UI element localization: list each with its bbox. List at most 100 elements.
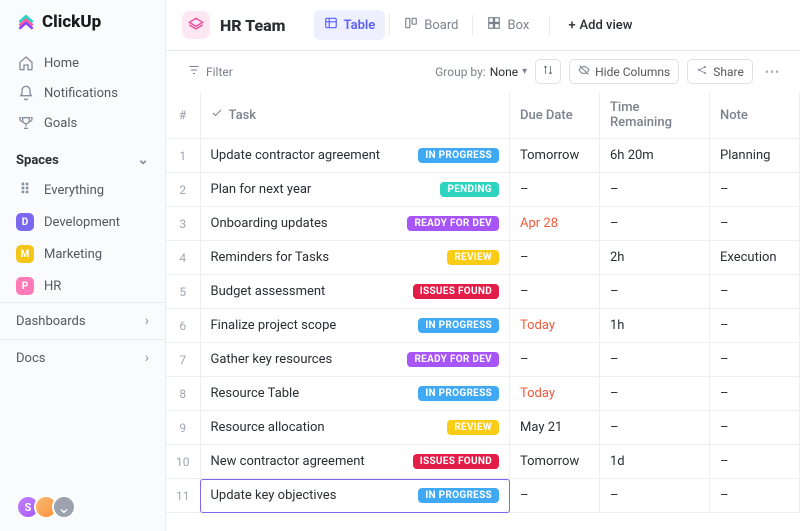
view-tab-table[interactable]: Table: [314, 10, 386, 40]
status-badge[interactable]: ISSUES FOUND: [413, 454, 499, 469]
view-tab-board[interactable]: Board: [394, 10, 468, 40]
time-cell[interactable]: –: [600, 343, 710, 377]
table-row[interactable]: 1Update contractor agreementIN PROGRESST…: [166, 139, 800, 173]
note-cell[interactable]: –: [710, 309, 800, 343]
spaces-header[interactable]: Spaces ⌄: [0, 142, 165, 174]
hide-columns-button[interactable]: Hide Columns: [569, 59, 679, 84]
table-row[interactable]: 11Update key objectivesIN PROGRESS–––: [166, 479, 800, 513]
row-number: 5: [166, 275, 200, 309]
sidebar-item-everything[interactable]: ⠿ Everything: [0, 174, 165, 206]
task-cell[interactable]: Resource TableIN PROGRESS: [200, 377, 510, 411]
nav-item-home[interactable]: Home: [8, 48, 157, 78]
sidebar-item-development[interactable]: DDevelopment: [0, 206, 165, 238]
due-cell[interactable]: May 21: [510, 411, 600, 445]
task-cell[interactable]: Update key objectivesIN PROGRESS: [200, 479, 510, 513]
table-row[interactable]: 6Finalize project scopeIN PROGRESSToday1…: [166, 309, 800, 343]
note-cell[interactable]: –: [710, 479, 800, 513]
time-cell[interactable]: 1h: [600, 309, 710, 343]
task-cell[interactable]: Gather key resourcesREADY FOR DEV: [200, 343, 510, 377]
table-row[interactable]: 3Onboarding updatesREADY FOR DEVApr 28––: [166, 207, 800, 241]
table-row[interactable]: 8Resource TableIN PROGRESSToday––: [166, 377, 800, 411]
due-cell[interactable]: –: [510, 343, 600, 377]
status-badge[interactable]: IN PROGRESS: [418, 318, 499, 333]
avatar-add[interactable]: ⌄: [52, 495, 76, 519]
avatar-stack[interactable]: S ⌄: [0, 483, 165, 531]
note-cell[interactable]: Planning: [710, 139, 800, 173]
share-button[interactable]: Share: [687, 59, 753, 84]
time-cell[interactable]: 1d: [600, 445, 710, 479]
status-badge[interactable]: IN PROGRESS: [418, 488, 499, 503]
time-cell[interactable]: –: [600, 377, 710, 411]
due-cell[interactable]: –: [510, 241, 600, 275]
due-cell[interactable]: Today: [510, 377, 600, 411]
status-badge[interactable]: REVIEW: [447, 420, 499, 435]
divider: [472, 15, 473, 35]
group-by-button[interactable]: Group by: None ▾: [435, 65, 527, 79]
add-view-button[interactable]: + Add view: [560, 12, 640, 39]
sort-button[interactable]: [535, 59, 561, 84]
task-cell[interactable]: Update contractor agreementIN PROGRESS: [200, 139, 510, 173]
col-task[interactable]: Task: [200, 92, 510, 139]
sidebar-item-hr[interactable]: PHR: [0, 270, 165, 302]
table-row[interactable]: 9Resource allocationREVIEWMay 21––: [166, 411, 800, 445]
task-cell[interactable]: Reminders for TasksREVIEW: [200, 241, 510, 275]
time-cell[interactable]: 6h 20m: [600, 139, 710, 173]
logo[interactable]: ClickUp: [0, 0, 165, 44]
status-badge[interactable]: IN PROGRESS: [418, 148, 499, 163]
table-row[interactable]: 2Plan for next yearPENDING–––: [166, 173, 800, 207]
col-due[interactable]: Due Date: [510, 92, 600, 139]
task-cell[interactable]: Plan for next yearPENDING: [200, 173, 510, 207]
note-cell[interactable]: –: [710, 411, 800, 445]
due-cell[interactable]: –: [510, 275, 600, 309]
note-cell[interactable]: Execution: [710, 241, 800, 275]
col-time[interactable]: Time Remaining: [600, 92, 710, 139]
due-cell[interactable]: –: [510, 173, 600, 207]
due-cell[interactable]: Today: [510, 309, 600, 343]
filter-button[interactable]: Filter: [182, 60, 239, 83]
task-cell[interactable]: Onboarding updatesREADY FOR DEV: [200, 207, 510, 241]
nav-item-goals[interactable]: Goals: [8, 108, 157, 138]
due-cell[interactable]: Apr 28: [510, 207, 600, 241]
space-badge: D: [16, 213, 34, 231]
task-cell[interactable]: Budget assessmentISSUES FOUND: [200, 275, 510, 309]
col-note[interactable]: Note: [710, 92, 800, 139]
note-cell[interactable]: –: [710, 275, 800, 309]
sidebar-item-marketing[interactable]: MMarketing: [0, 238, 165, 270]
note-cell[interactable]: –: [710, 377, 800, 411]
col-num[interactable]: #: [166, 92, 200, 139]
task-cell[interactable]: Resource allocationREVIEW: [200, 411, 510, 445]
time-cell[interactable]: –: [600, 207, 710, 241]
table-row[interactable]: 10New contractor agreementISSUES FOUNDTo…: [166, 445, 800, 479]
note-cell[interactable]: –: [710, 207, 800, 241]
sidebar-row-dashboards[interactable]: Dashboards›: [0, 302, 165, 339]
time-cell[interactable]: –: [600, 479, 710, 513]
board-icon: [404, 16, 418, 34]
table-row[interactable]: 4Reminders for TasksREVIEW–2hExecution: [166, 241, 800, 275]
time-cell[interactable]: –: [600, 173, 710, 207]
view-tab-box[interactable]: Box: [477, 10, 539, 40]
more-button[interactable]: •••: [761, 61, 784, 83]
note-cell[interactable]: –: [710, 445, 800, 479]
note-cell[interactable]: –: [710, 173, 800, 207]
table-row[interactable]: 5Budget assessmentISSUES FOUND–––: [166, 275, 800, 309]
task-table: # Task Due Date Time Remaining Note: [166, 92, 800, 531]
due-cell[interactable]: Tomorrow: [510, 445, 600, 479]
sidebar-row-docs[interactable]: Docs›: [0, 339, 165, 376]
due-cell[interactable]: –: [510, 479, 600, 513]
time-cell[interactable]: –: [600, 411, 710, 445]
time-cell[interactable]: –: [600, 275, 710, 309]
time-cell[interactable]: 2h: [600, 241, 710, 275]
nav-item-notifications[interactable]: Notifications: [8, 78, 157, 108]
status-badge[interactable]: READY FOR DEV: [407, 216, 499, 231]
status-badge[interactable]: REVIEW: [447, 250, 499, 265]
task-cell[interactable]: Finalize project scopeIN PROGRESS: [200, 309, 510, 343]
due-cell[interactable]: Tomorrow: [510, 139, 600, 173]
status-badge[interactable]: READY FOR DEV: [407, 352, 499, 367]
task-cell[interactable]: New contractor agreementISSUES FOUND: [200, 445, 510, 479]
status-badge[interactable]: PENDING: [440, 182, 499, 197]
status-badge[interactable]: IN PROGRESS: [418, 386, 499, 401]
logo-icon: [16, 12, 36, 32]
table-row[interactable]: 7Gather key resourcesREADY FOR DEV–––: [166, 343, 800, 377]
note-cell[interactable]: –: [710, 343, 800, 377]
status-badge[interactable]: ISSUES FOUND: [413, 284, 499, 299]
